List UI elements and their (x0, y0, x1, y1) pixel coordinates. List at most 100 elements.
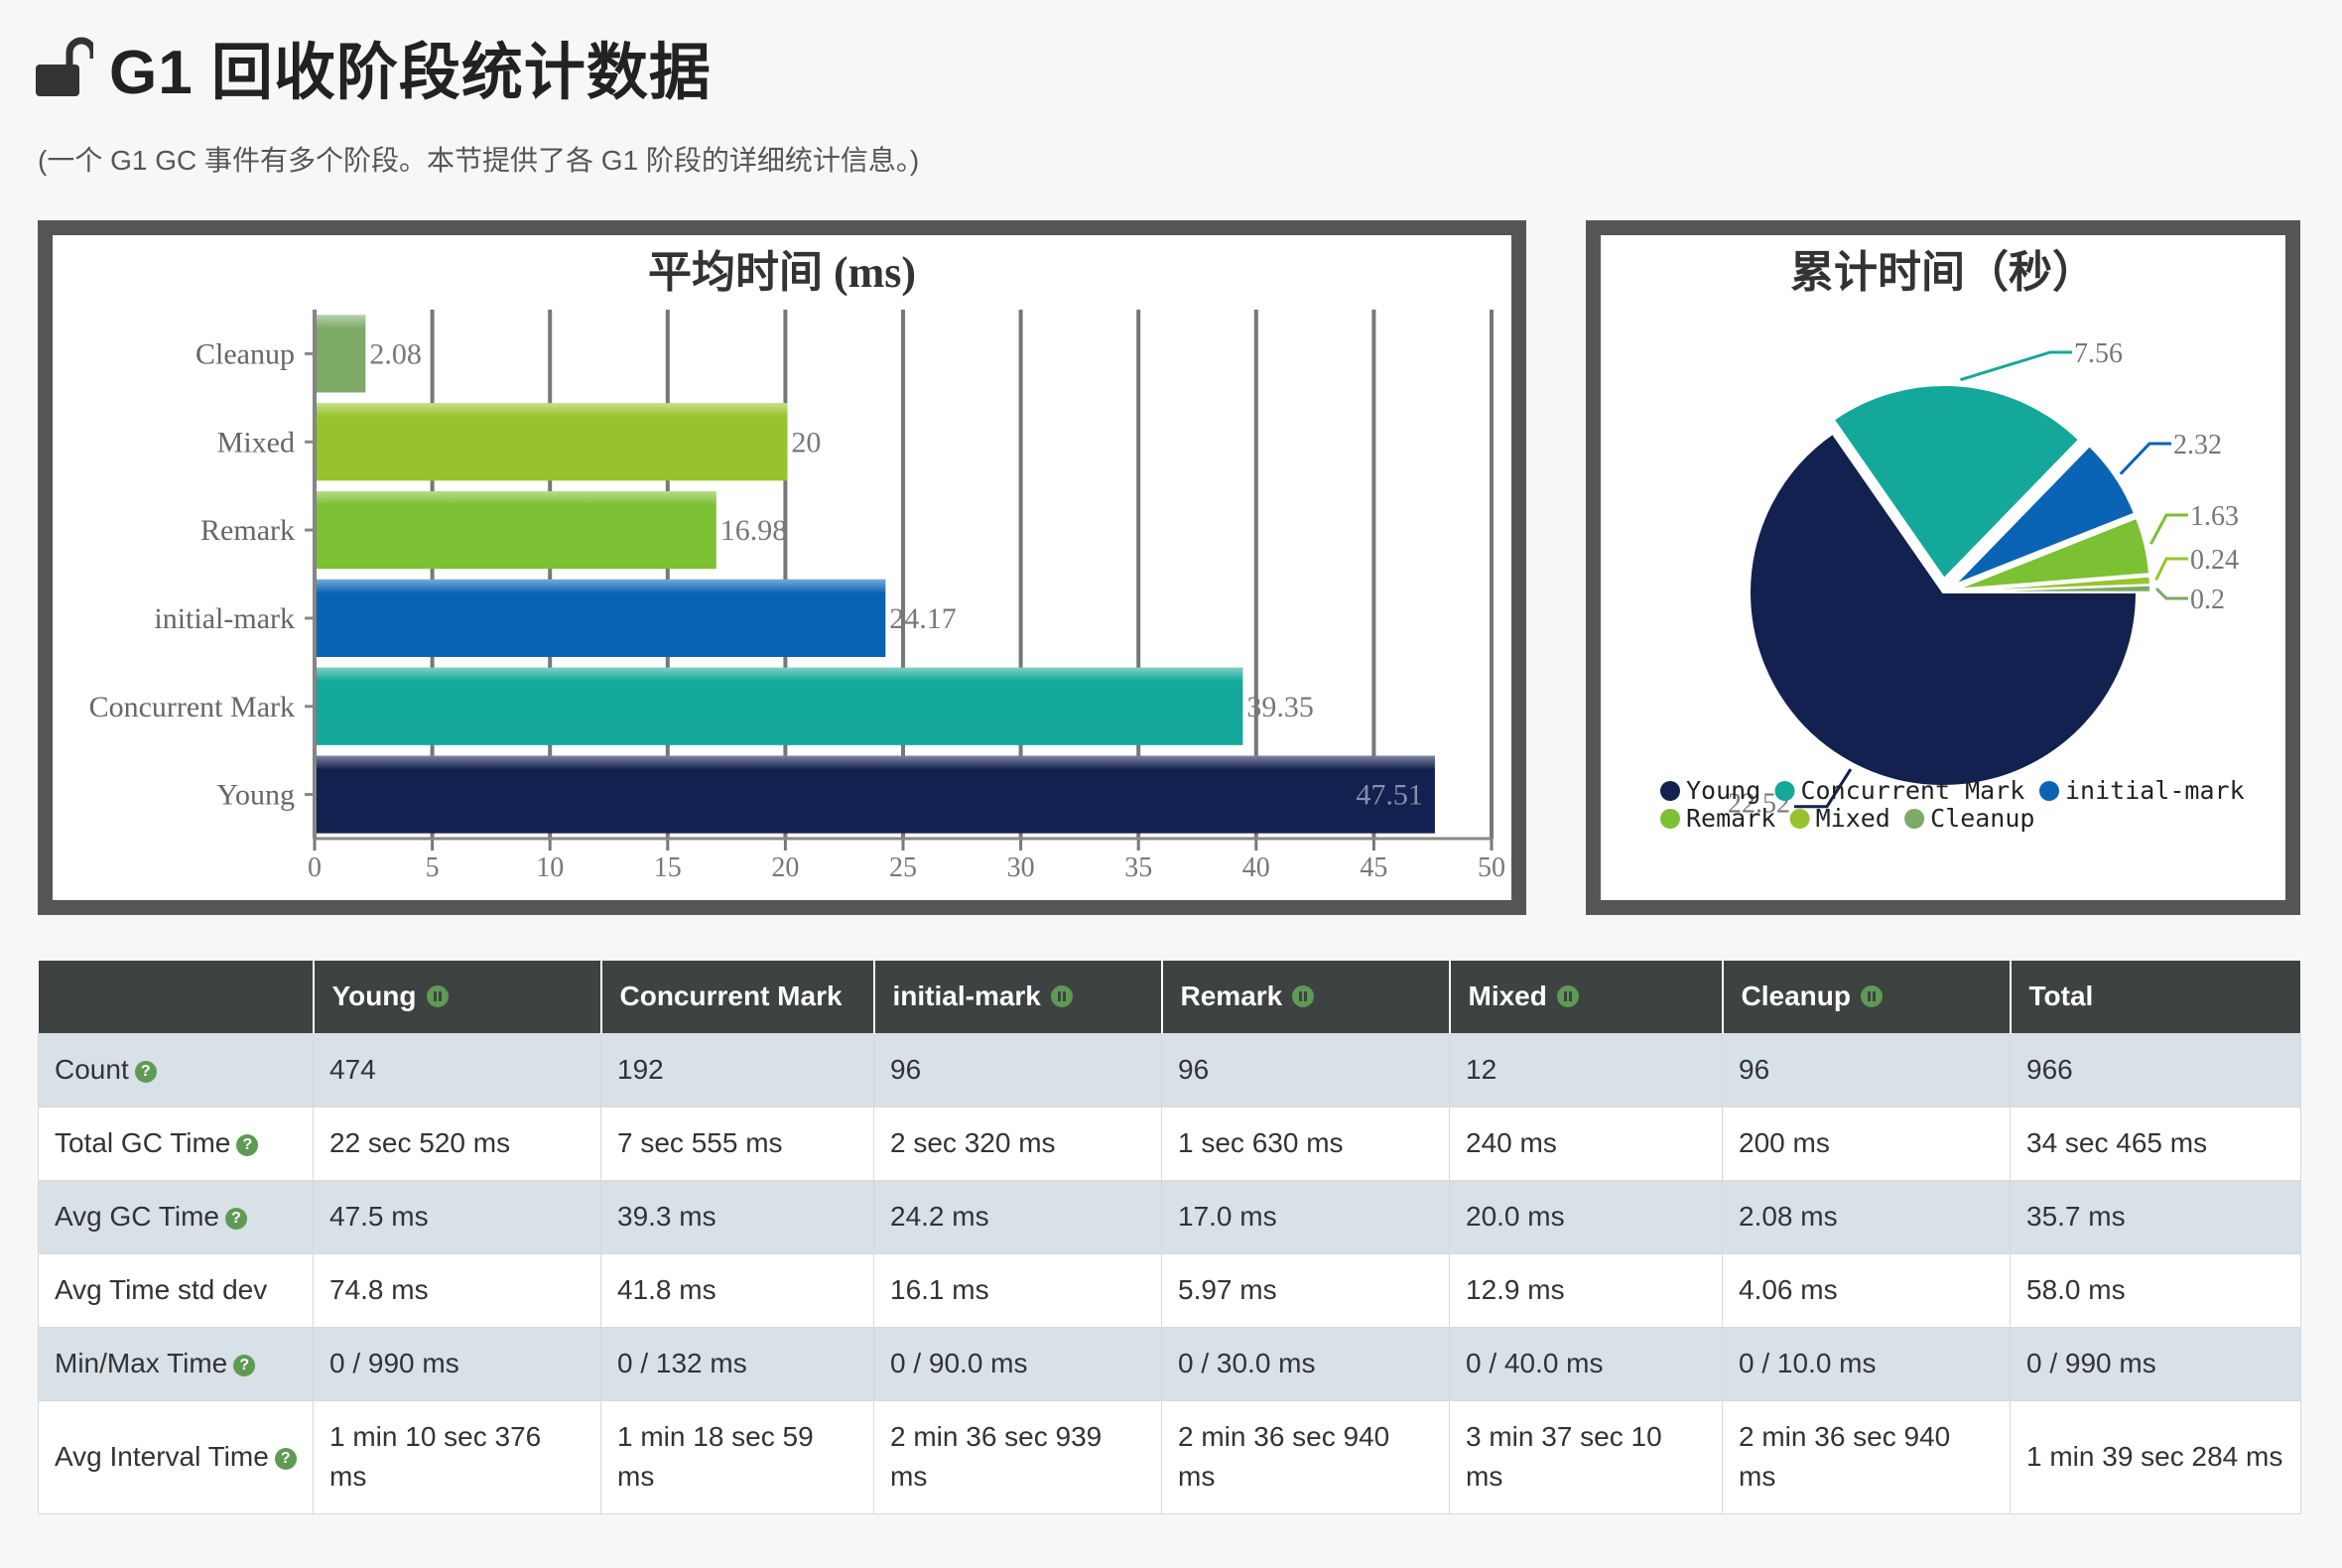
row-label: Total GC Time (55, 1127, 231, 1158)
table-cell: 3 min 37 sec 10 ms (1449, 1399, 1723, 1514)
data-label-young: 47.51 (1356, 779, 1423, 812)
x-tick-label: 10 (536, 852, 564, 883)
table-cell: 16.1 ms (873, 1252, 1162, 1328)
x-tick-label: 50 (1478, 852, 1505, 883)
row-label-cell: Avg Time std dev (38, 1252, 314, 1328)
x-tick-label: 5 (426, 852, 440, 883)
y-tick-label-remark: Remark (200, 514, 295, 547)
table-cell: 240 ms (1449, 1106, 1723, 1181)
table-cell: 0 / 40.0 ms (1449, 1326, 1723, 1401)
leader-line (2154, 588, 2188, 600)
row-label-cell: Avg Interval Time? (38, 1399, 314, 1514)
avg-time-chart-panel: 平均时间 (ms) 0 5 10 15 20 25 30 35 40 45 50 Cleanup 2.08… (38, 220, 1526, 915)
data-label-initial-mark: 24.17 (889, 602, 957, 635)
table-cell: 20.0 ms (1449, 1179, 1723, 1254)
column-header-label: Total (2028, 980, 2094, 1012)
pause-icon[interactable] (1292, 985, 1315, 1008)
help-icon[interactable]: ? (224, 1207, 247, 1230)
column-header-cleanup: Cleanup (1722, 961, 2012, 1033)
pause-icon[interactable] (426, 985, 449, 1008)
bar-highlight-concurrent-mark (317, 667, 1243, 745)
table-cell: 39.3 ms (600, 1179, 874, 1254)
leader-line (2119, 442, 2171, 475)
slice-label-mixed: 0.24 (2190, 545, 2239, 576)
legend-swatch-initial-mark (2039, 781, 2059, 801)
table-cell: 34 sec 465 ms (2010, 1106, 2301, 1181)
table-row-avg-interval-time: Avg Interval Time? 1 min 10 sec 376 ms 1 m… (38, 1399, 2301, 1514)
legend-label-initial-mark: initial-mark (2065, 776, 2245, 805)
pause-icon[interactable] (1556, 985, 1579, 1008)
x-tick-label: 40 (1242, 852, 1270, 883)
table-row-total-gc-time: Total GC Time? 22 sec 520 ms 7 sec 555 ms 2… (38, 1106, 2301, 1181)
help-icon[interactable]: ? (233, 1354, 256, 1376)
column-header-total: Total (2010, 961, 2302, 1033)
legend-swatch-remark (1660, 809, 1680, 829)
slice-label-concurrent-mark: 7.56 (2074, 338, 2123, 369)
slice-label-remark: 1.63 (2190, 501, 2239, 532)
column-header-label: Remark (1180, 980, 1283, 1012)
table-row-avg-time-std-dev: Avg Time std dev 74.8 ms 41.8 ms 16.1 ms 5.9… (38, 1252, 2301, 1328)
cumulative-time-chart-panel: 累计时间（秒） 22.52 7.56 2.32 1.63 0.24 0.2 Young Conc… (1586, 220, 2300, 915)
bar-chart-title: 平均时间 (ms) (648, 248, 916, 297)
row-label: Avg Time std dev (55, 1274, 268, 1305)
pause-icon[interactable] (1050, 985, 1073, 1008)
bar-highlight-young (317, 755, 1435, 834)
table-cell: 58.0 ms (2010, 1252, 2301, 1328)
page-title: G1 回收阶段统计数据 (109, 39, 712, 107)
table-cell: 1 sec 630 ms (1161, 1106, 1450, 1181)
bar-highlight-cleanup (317, 315, 366, 393)
legend-swatch-cleanup (1904, 809, 1925, 829)
column-header-label: Mixed (1468, 980, 1547, 1012)
table-cell: 200 ms (1722, 1106, 2011, 1181)
table-cell: 24.2 ms (873, 1179, 1162, 1254)
pause-icon[interactable] (1860, 985, 1883, 1008)
x-tick-label: 15 (654, 852, 682, 883)
table-cell: 0 / 10.0 ms (1722, 1326, 2011, 1401)
y-tick-label-young: Young (216, 779, 295, 812)
table-cell: 12.9 ms (1449, 1252, 1723, 1328)
y-tick-label-concurrent-mark: Concurrent Mark (89, 691, 295, 723)
table-cell: 474 (313, 1032, 601, 1108)
table-cell: 74.8 ms (313, 1252, 601, 1328)
column-header-young: Young (313, 961, 602, 1033)
column-header-mixed: Mixed (1449, 961, 1724, 1033)
table-cell: 192 (600, 1032, 874, 1108)
cumulative-time-pie-chart: 累计时间（秒）22.527.562.321.630.240.2Young Conc… (1660, 248, 2245, 833)
help-icon[interactable]: ? (236, 1133, 259, 1156)
table-header-row: Young Concurrent Mark initial-mark Remark Mi… (38, 961, 2302, 1033)
table-cell: 35.7 ms (2010, 1179, 2301, 1254)
data-label-cleanup: 2.08 (369, 337, 422, 370)
table-cell: 1 min 39 sec 284 ms (2010, 1399, 2301, 1514)
table-cell: 17.0 ms (1161, 1179, 1450, 1254)
column-header-concurrent-mark: Concurrent Mark (600, 961, 875, 1033)
column-header-label: initial-mark (892, 980, 1041, 1012)
y-tick-label-initial-mark: initial-mark (154, 602, 295, 635)
avg-time-bar-chart: 平均时间 (ms) 0 5 10 15 20 25 30 35 40 45 50 Cleanup 2.08… (89, 248, 1505, 883)
table-cell: 96 (873, 1032, 1162, 1108)
legend-label-remark: Remark (1686, 804, 1775, 833)
table-cell: 96 (1722, 1032, 2011, 1108)
column-header-label: Concurrent Mark (619, 980, 843, 1012)
data-label-concurrent-mark: 39.35 (1246, 691, 1314, 723)
table-cell: 0 / 30.0 ms (1161, 1326, 1450, 1401)
leader-line (2154, 557, 2188, 582)
help-icon[interactable]: ? (134, 1060, 157, 1083)
legend-label-concurrent-mark: Concurrent Mark (1801, 776, 2025, 805)
leader-line (1960, 350, 2072, 382)
x-tick-label: 30 (1007, 852, 1035, 883)
table-cell: 0 / 132 ms (600, 1326, 874, 1401)
table-cell: 47.5 ms (313, 1179, 601, 1254)
x-tick-label: 35 (1124, 852, 1152, 883)
row-label: Avg Interval Time (55, 1441, 269, 1472)
legend-swatch-mixed (1789, 809, 1810, 829)
table-row-min-max-time: Min/Max Time? 0 / 990 ms 0 / 132 ms 0 / 90.… (38, 1326, 2301, 1401)
table-row-avg-gc-time: Avg GC Time? 47.5 ms 39.3 ms 24.2 ms 17.0 ms… (38, 1179, 2301, 1254)
x-tick-label: 25 (889, 852, 917, 883)
phase-stats-table: Young Concurrent Mark initial-mark Remark Mi… (38, 961, 2302, 1514)
data-label-mixed: 20 (791, 426, 821, 458)
x-tick-label: 20 (771, 852, 799, 883)
table-cell: 1 min 18 sec 59 ms (600, 1399, 874, 1514)
leader-line (2149, 513, 2188, 545)
table-cell: 22 sec 520 ms (313, 1106, 601, 1181)
help-icon[interactable]: ? (274, 1447, 297, 1470)
